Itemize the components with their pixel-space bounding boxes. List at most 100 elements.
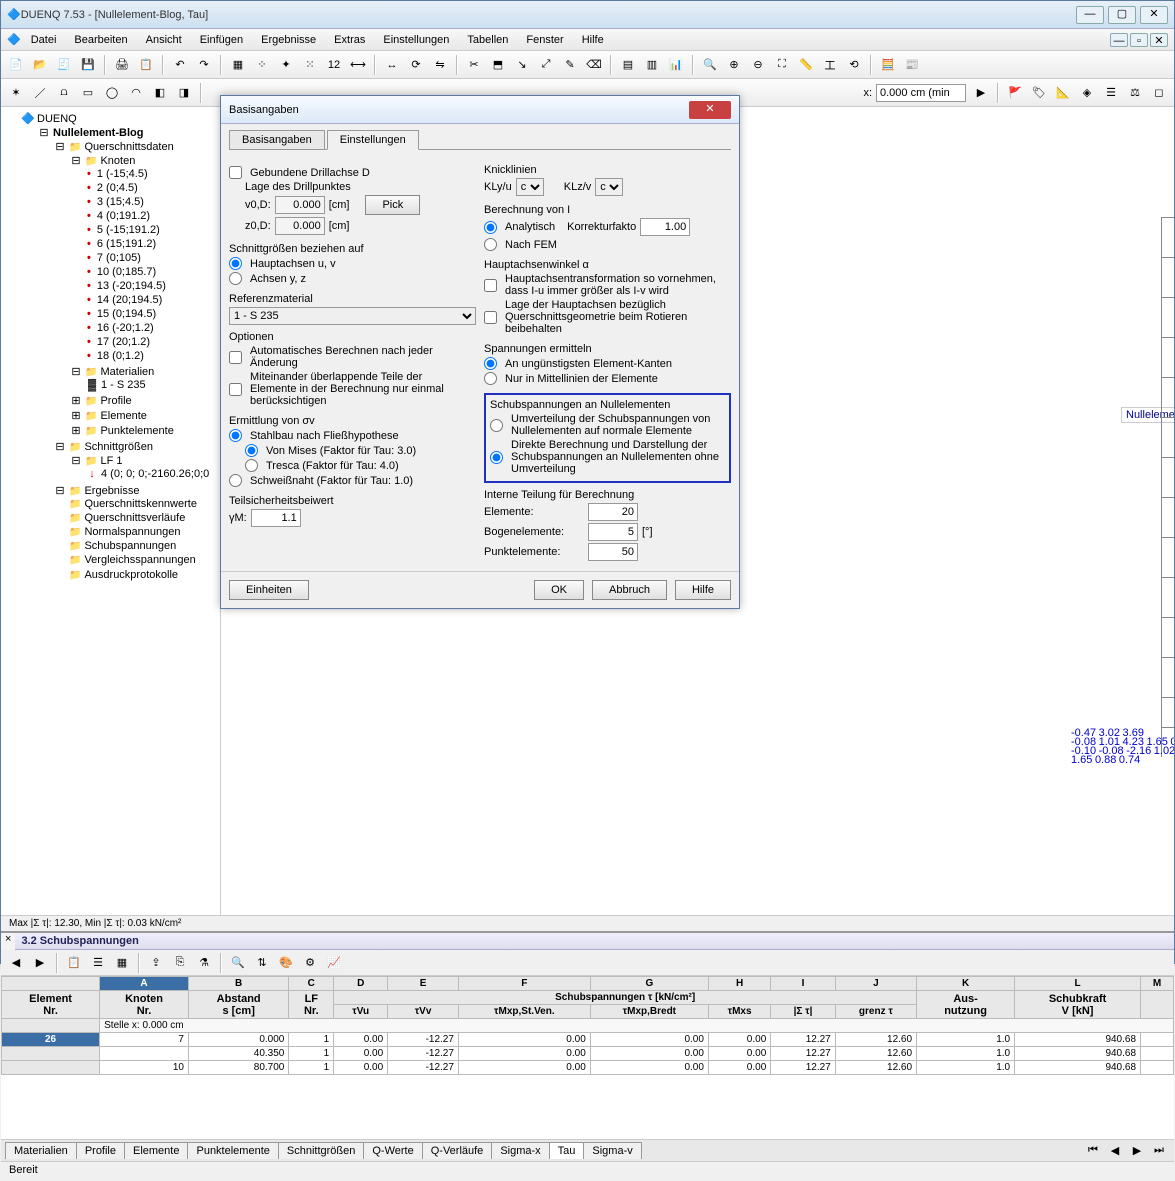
tree-knoten-item[interactable]: 10 (0;185.7) <box>97 266 156 278</box>
bt-filter-icon[interactable]: ⚗ <box>193 952 215 974</box>
bt-excel-icon[interactable]: ⎘ <box>169 952 191 974</box>
einheiten-button[interactable]: Einheiten <box>229 580 309 600</box>
rotate-icon[interactable]: ⟳ <box>405 54 427 76</box>
base-data-icon[interactable]: 🧾 <box>53 54 75 76</box>
tree-knoten-item[interactable]: 16 (-20;1.2) <box>97 322 154 334</box>
teil-pkt-input[interactable] <box>588 543 638 561</box>
bottom-tab[interactable]: Q-Verläufe <box>422 1142 493 1159</box>
tree-schnittgr[interactable]: Schnittgrößen <box>69 441 153 453</box>
flag-icon[interactable]: 🚩 <box>1004 82 1026 104</box>
col-letter[interactable]: C <box>289 977 334 991</box>
help-button[interactable]: Hilfe <box>675 580 731 600</box>
misc2-icon[interactable]: ◨ <box>173 82 195 104</box>
bt-grid-icon[interactable]: ▦ <box>111 952 133 974</box>
col-letter[interactable]: L <box>1015 977 1141 991</box>
col-letter[interactable]: M <box>1141 977 1174 991</box>
bottom-tab[interactable]: Elemente <box>124 1142 188 1159</box>
misc1-icon[interactable]: ◧ <box>149 82 171 104</box>
measure-icon[interactable]: 📏 <box>795 54 817 76</box>
kanten-radio[interactable] <box>484 357 497 370</box>
stelle-input[interactable] <box>876 84 966 102</box>
v0d-input[interactable] <box>275 196 325 214</box>
node-icon[interactable]: ✶ <box>5 82 27 104</box>
tree-querschnitt[interactable]: Querschnittsdaten <box>69 141 174 153</box>
tree-knoten-item[interactable]: 7 (0;105) <box>97 252 141 264</box>
tree-knoten-item[interactable]: 14 (20;194.5) <box>97 294 162 306</box>
dim-icon[interactable]: ⟷ <box>347 54 369 76</box>
tool-d-icon[interactable]: ⤢ <box>535 54 557 76</box>
col-letter[interactable]: F <box>458 977 590 991</box>
direkt-radio[interactable] <box>490 451 503 464</box>
bt-chart-icon[interactable]: 📈 <box>323 952 345 974</box>
autocalc-checkbox[interactable] <box>229 351 242 364</box>
pick-button[interactable]: Pick <box>365 195 420 215</box>
line-icon[interactable]: ／ <box>29 82 51 104</box>
col-letter[interactable]: H <box>708 977 770 991</box>
mdi-close-button[interactable]: ✕ <box>1150 33 1168 47</box>
tree-ergebnisse[interactable]: Ergebnisse <box>69 485 140 497</box>
tree-knoten-item[interactable]: 4 (0;191.2) <box>97 210 150 222</box>
dialog-close-button[interactable]: ✕ <box>689 101 731 119</box>
tool-c-icon[interactable]: ↘ <box>511 54 533 76</box>
polyline-icon[interactable]: ⩍ <box>53 82 75 104</box>
tresca-radio[interactable] <box>245 459 258 472</box>
col-letter[interactable]: D <box>334 977 388 991</box>
open-icon[interactable]: 📂 <box>29 54 51 76</box>
col-letter[interactable]: K <box>917 977 1015 991</box>
minimize-button[interactable]: — <box>1076 6 1104 24</box>
col-letter[interactable]: E <box>388 977 459 991</box>
tool-b-icon[interactable]: ⬒ <box>487 54 509 76</box>
menu-einfuegen[interactable]: Einfügen <box>192 32 251 48</box>
square-icon[interactable]: ◻ <box>1148 82 1170 104</box>
circle-icon[interactable]: ◯ <box>101 82 123 104</box>
bottom-tab[interactable]: Sigma-v <box>583 1142 641 1159</box>
menu-ansicht[interactable]: Ansicht <box>138 32 190 48</box>
zoom-pick-icon[interactable]: 🔍 <box>699 54 721 76</box>
col-letter[interactable]: B <box>188 977 288 991</box>
tree-profile[interactable]: Profile <box>85 395 132 407</box>
fem-radio[interactable] <box>484 238 497 251</box>
z0d-input[interactable] <box>275 217 325 235</box>
tab-basisangaben[interactable]: Basisangaben <box>229 130 325 149</box>
refresh-icon[interactable]: ⟲ <box>843 54 865 76</box>
mirror-icon[interactable]: ⇋ <box>429 54 451 76</box>
zoom-out-icon[interactable]: ⊖ <box>747 54 769 76</box>
bt-next-icon[interactable]: ▶ <box>29 952 51 974</box>
tree-knoten-item[interactable]: 1 (-15;4.5) <box>97 168 148 180</box>
snap-icon[interactable]: ⁘ <box>251 54 273 76</box>
hwrot-checkbox[interactable] <box>484 311 497 324</box>
achsen-radio[interactable] <box>229 272 242 285</box>
arc-icon[interactable]: ◠ <box>125 82 147 104</box>
bottom-tab[interactable]: Profile <box>76 1142 125 1159</box>
tree-erg-item[interactable]: Querschnittsverläufe <box>69 512 185 524</box>
numbering-icon[interactable]: 12 <box>323 54 345 76</box>
bt-export-icon[interactable]: ⇪ <box>145 952 167 974</box>
close-button[interactable]: ✕ <box>1140 6 1168 24</box>
balance-icon[interactable]: ⚖ <box>1124 82 1146 104</box>
tree-knoten-item[interactable]: 18 (0;1.2) <box>97 350 144 362</box>
save-icon[interactable]: 💾 <box>77 54 99 76</box>
ruler-icon[interactable]: 📐 <box>1052 82 1074 104</box>
diamond-icon[interactable]: ◈ <box>1076 82 1098 104</box>
tree-project[interactable]: Nullelement-Blog <box>53 127 143 139</box>
tool-f-icon[interactable]: ⌫ <box>583 54 605 76</box>
klzv-select[interactable]: c <box>595 178 623 196</box>
bt-find-icon[interactable]: 🔍 <box>227 952 249 974</box>
bt-color-icon[interactable]: 🎨 <box>275 952 297 974</box>
mises-radio[interactable] <box>245 444 258 457</box>
drillachse-checkbox[interactable] <box>229 166 242 179</box>
mdi-minimize-button[interactable]: — <box>1110 33 1128 47</box>
bt-prev-icon[interactable]: ◀ <box>5 952 27 974</box>
results-icon[interactable]: 📊 <box>665 54 687 76</box>
table-icon[interactable]: ▤ <box>617 54 639 76</box>
tool-a-icon[interactable]: ✂ <box>463 54 485 76</box>
tree-knoten-item[interactable]: 6 (15;191.2) <box>97 238 156 250</box>
bottom-tab[interactable]: Tau <box>549 1142 585 1159</box>
points-icon[interactable]: ⁙ <box>299 54 321 76</box>
bt-settings-icon[interactable]: ⚙ <box>299 952 321 974</box>
bt-copy-icon[interactable]: 📋 <box>63 952 85 974</box>
menu-extras[interactable]: Extras <box>326 32 373 48</box>
panel-close-icon[interactable]: × <box>1 933 15 950</box>
menu-hilfe[interactable]: Hilfe <box>574 32 612 48</box>
hwtrans-checkbox[interactable] <box>484 279 497 292</box>
